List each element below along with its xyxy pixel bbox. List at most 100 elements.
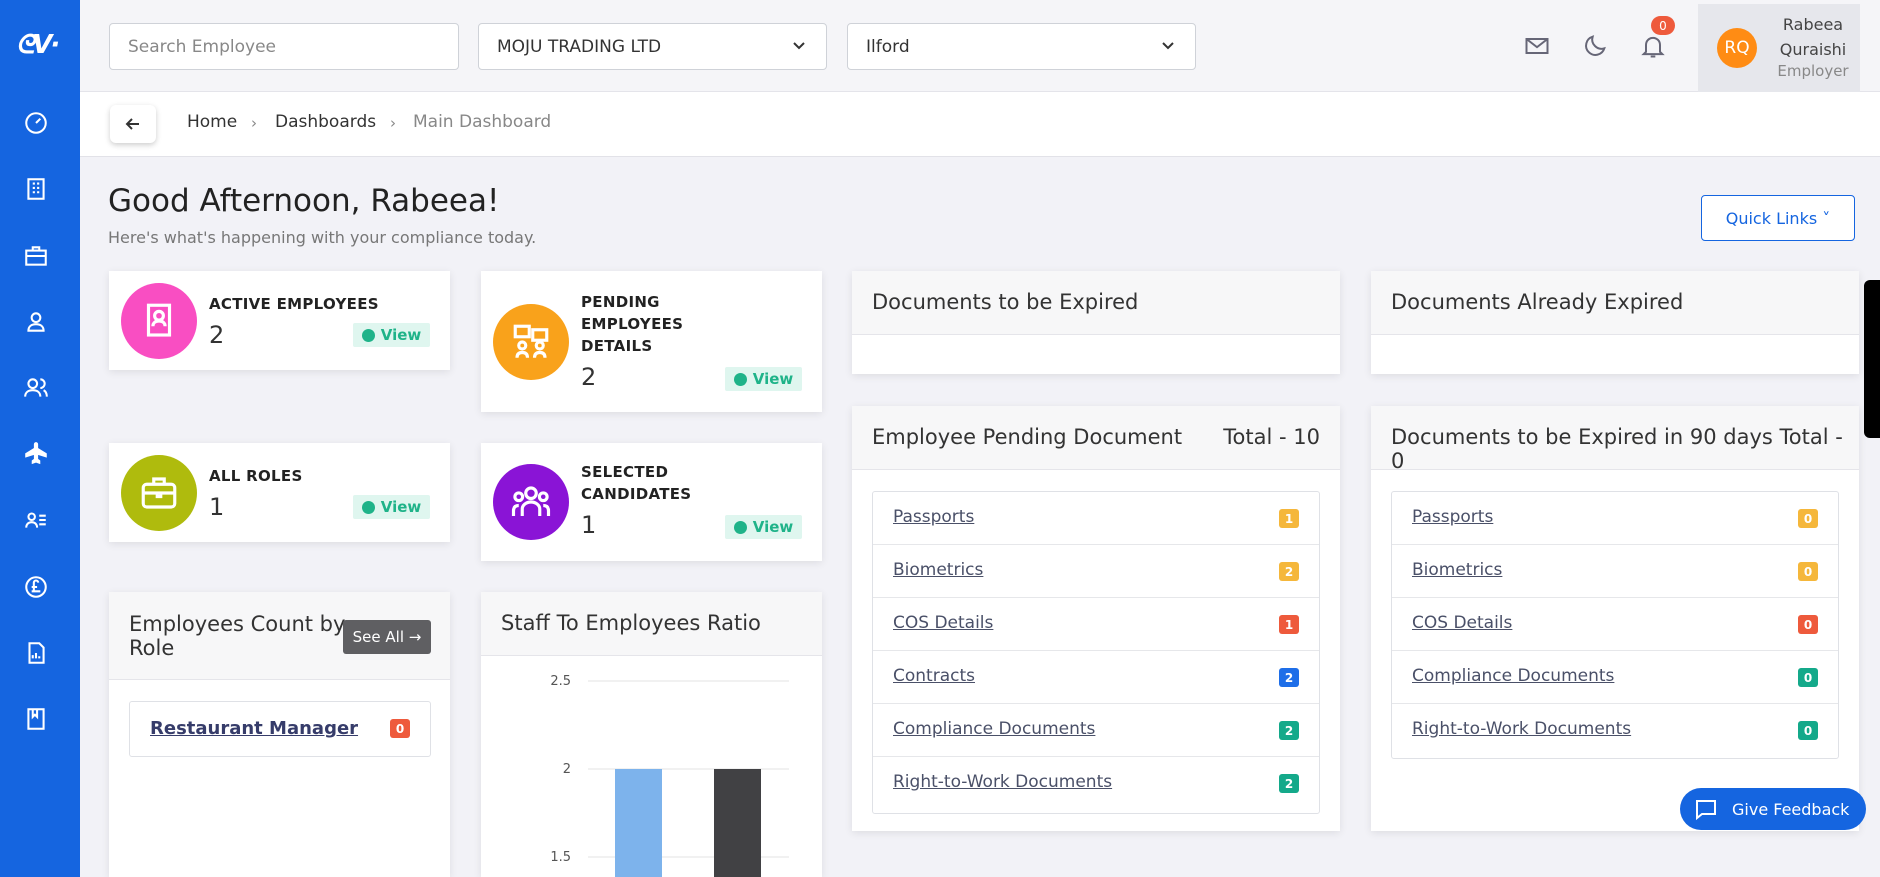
document-row: Compliance Documents 0 — [1392, 651, 1838, 704]
card-title: Employees Count by Role — [129, 612, 346, 660]
active-employees-card: ACTIVE EMPLOYEES 2 View — [109, 271, 450, 370]
y-tick-label: 2.5 — [550, 674, 571, 689]
pound-icon[interactable] — [21, 572, 51, 602]
role-link[interactable]: Restaurant Manager — [150, 718, 358, 739]
chart-bar — [714, 769, 761, 877]
pending-details-card: PENDING EMPLOYEES DETAILS 2 View — [481, 271, 822, 412]
role-row: Restaurant Manager 0 — [129, 701, 431, 757]
document-link[interactable]: Biometrics — [893, 560, 983, 580]
user-menu[interactable]: RQ Rabeea Quraishi Employer — [1698, 4, 1860, 92]
back-button[interactable] — [110, 105, 156, 143]
pending-documents-card: Employee Pending Document Total - 10 Pas… — [852, 406, 1340, 831]
expire-90-card: Documents to be Expired in 90 days Total… — [1371, 406, 1859, 831]
breadcrumb-current: Main Dashboard — [413, 112, 552, 132]
card-title: Staff To Employees Ratio — [501, 611, 761, 635]
dashboard-icon[interactable] — [21, 108, 51, 138]
briefcase-icon — [121, 455, 197, 531]
see-all-button[interactable]: See All → — [343, 620, 431, 654]
chevron-down-icon — [1161, 38, 1175, 52]
card-total: Total - 10 — [1223, 425, 1320, 449]
y-tick-label: 2 — [563, 762, 571, 777]
chat-icon — [1696, 800, 1716, 821]
breadcrumb-separator: › — [251, 114, 257, 132]
document-row: COS Details 0 — [1392, 598, 1838, 651]
document-link[interactable]: Passports — [893, 507, 974, 527]
search-employee-input[interactable]: Search Employee — [109, 23, 459, 70]
report-icon[interactable] — [21, 638, 51, 668]
view-button[interactable]: View — [353, 495, 430, 519]
expire-90-list: Passports 0 Biometrics 0 COS Details 0 Complia… — [1391, 491, 1839, 759]
view-button[interactable]: View — [725, 367, 802, 391]
plane-icon[interactable] — [21, 439, 51, 469]
view-button[interactable]: View — [725, 515, 802, 539]
breadcrumb-dashboards[interactable]: Dashboards — [275, 112, 376, 132]
eye-icon — [361, 500, 375, 514]
stat-title: PENDING EMPLOYEES DETAILS — [581, 293, 684, 355]
user-icon[interactable] — [21, 307, 51, 337]
bell-icon[interactable] — [1639, 32, 1667, 60]
document-link[interactable]: Compliance Documents — [1412, 666, 1614, 686]
card-header: Documents Already Expired — [1371, 271, 1859, 335]
dark-mode-icon[interactable] — [1581, 32, 1609, 60]
user-role: Employer — [1777, 62, 1849, 80]
breadcrumb-home[interactable]: Home — [187, 112, 237, 132]
messages-icon[interactable] — [1523, 32, 1551, 60]
document-count-badge: 0 — [1798, 668, 1818, 687]
document-link[interactable]: Biometrics — [1412, 560, 1502, 580]
floating-toolbar[interactable] — [1864, 280, 1880, 438]
documents-to-expire-card: Documents to be Expired — [852, 271, 1340, 374]
location-select[interactable]: Ilford — [847, 23, 1196, 70]
chart-bar — [615, 769, 662, 877]
stat-title: ACTIVE EMPLOYEES — [209, 295, 379, 313]
document-link[interactable]: Contracts — [893, 666, 975, 686]
document-count-badge: 2 — [1279, 562, 1299, 581]
card-header: Documents to be Expired — [852, 271, 1340, 335]
document-row: Right-to-Work Documents 0 — [1392, 704, 1838, 757]
document-count-badge: 0 — [1798, 562, 1818, 581]
document-count-badge: 0 — [1798, 509, 1818, 528]
location-select-value: Ilford — [866, 36, 910, 57]
building-icon[interactable] — [21, 174, 51, 204]
user-list-icon[interactable] — [21, 505, 51, 535]
document-link[interactable]: Passports — [1412, 507, 1493, 527]
users-icon[interactable] — [21, 373, 51, 403]
document-count-badge: 0 — [1798, 615, 1818, 634]
feedback-label: Give Feedback — [1732, 799, 1850, 819]
stat-value: 2 — [581, 363, 597, 391]
document-count-badge: 1 — [1279, 615, 1299, 634]
documents-expired-card: Documents Already Expired — [1371, 271, 1859, 374]
view-button[interactable]: View — [353, 323, 430, 347]
card-title: Documents to be Expired — [872, 290, 1139, 314]
document-link[interactable]: COS Details — [893, 613, 993, 633]
document-link[interactable]: Right-to-Work Documents — [1412, 719, 1631, 739]
document-row: Right-to-Work Documents 2 — [873, 757, 1319, 810]
quick-links-button[interactable]: Quick Links ˅ — [1701, 195, 1855, 241]
eye-icon — [733, 520, 747, 534]
give-feedback-button[interactable]: Give Feedback — [1680, 788, 1866, 830]
chevron-down-icon — [792, 38, 806, 52]
document-link[interactable]: Compliance Documents — [893, 719, 1095, 739]
company-select-value: MOJU TRADING LTD — [497, 36, 662, 57]
team-icon — [493, 464, 569, 540]
document-row: Contracts 2 — [873, 651, 1319, 704]
document-row: Biometrics 0 — [1392, 545, 1838, 598]
card-title: Documents to be Expired in 90 days Total… — [1391, 425, 1843, 473]
page-subtitle: Here's what's happening with your compli… — [108, 228, 537, 247]
card-header: Documents to be Expired in 90 days Total… — [1371, 406, 1859, 473]
notification-badge: 0 — [1651, 16, 1675, 35]
page-title: Good Afternoon, Rabeea! — [108, 183, 500, 219]
document-link[interactable]: Right-to-Work Documents — [893, 772, 1112, 792]
avatar: RQ — [1717, 28, 1757, 68]
company-select[interactable]: MOJU TRADING LTD — [478, 23, 827, 70]
briefcase-icon[interactable] — [21, 241, 51, 271]
stat-title: SELECTED CANDIDATES — [581, 463, 692, 503]
document-row: COS Details 1 — [873, 598, 1319, 651]
card-header: Employee Pending Document Total - 10 — [852, 406, 1340, 470]
brand-logo[interactable]: ᘓᐯ· — [16, 30, 68, 60]
document-row: Biometrics 2 — [873, 545, 1319, 598]
breadcrumb: Home › Dashboards › Main Dashboard — [80, 92, 1880, 157]
document-count-badge: 2 — [1279, 721, 1299, 740]
book-icon[interactable] — [21, 704, 51, 734]
role-count-badge: 0 — [390, 719, 410, 738]
document-link[interactable]: COS Details — [1412, 613, 1512, 633]
